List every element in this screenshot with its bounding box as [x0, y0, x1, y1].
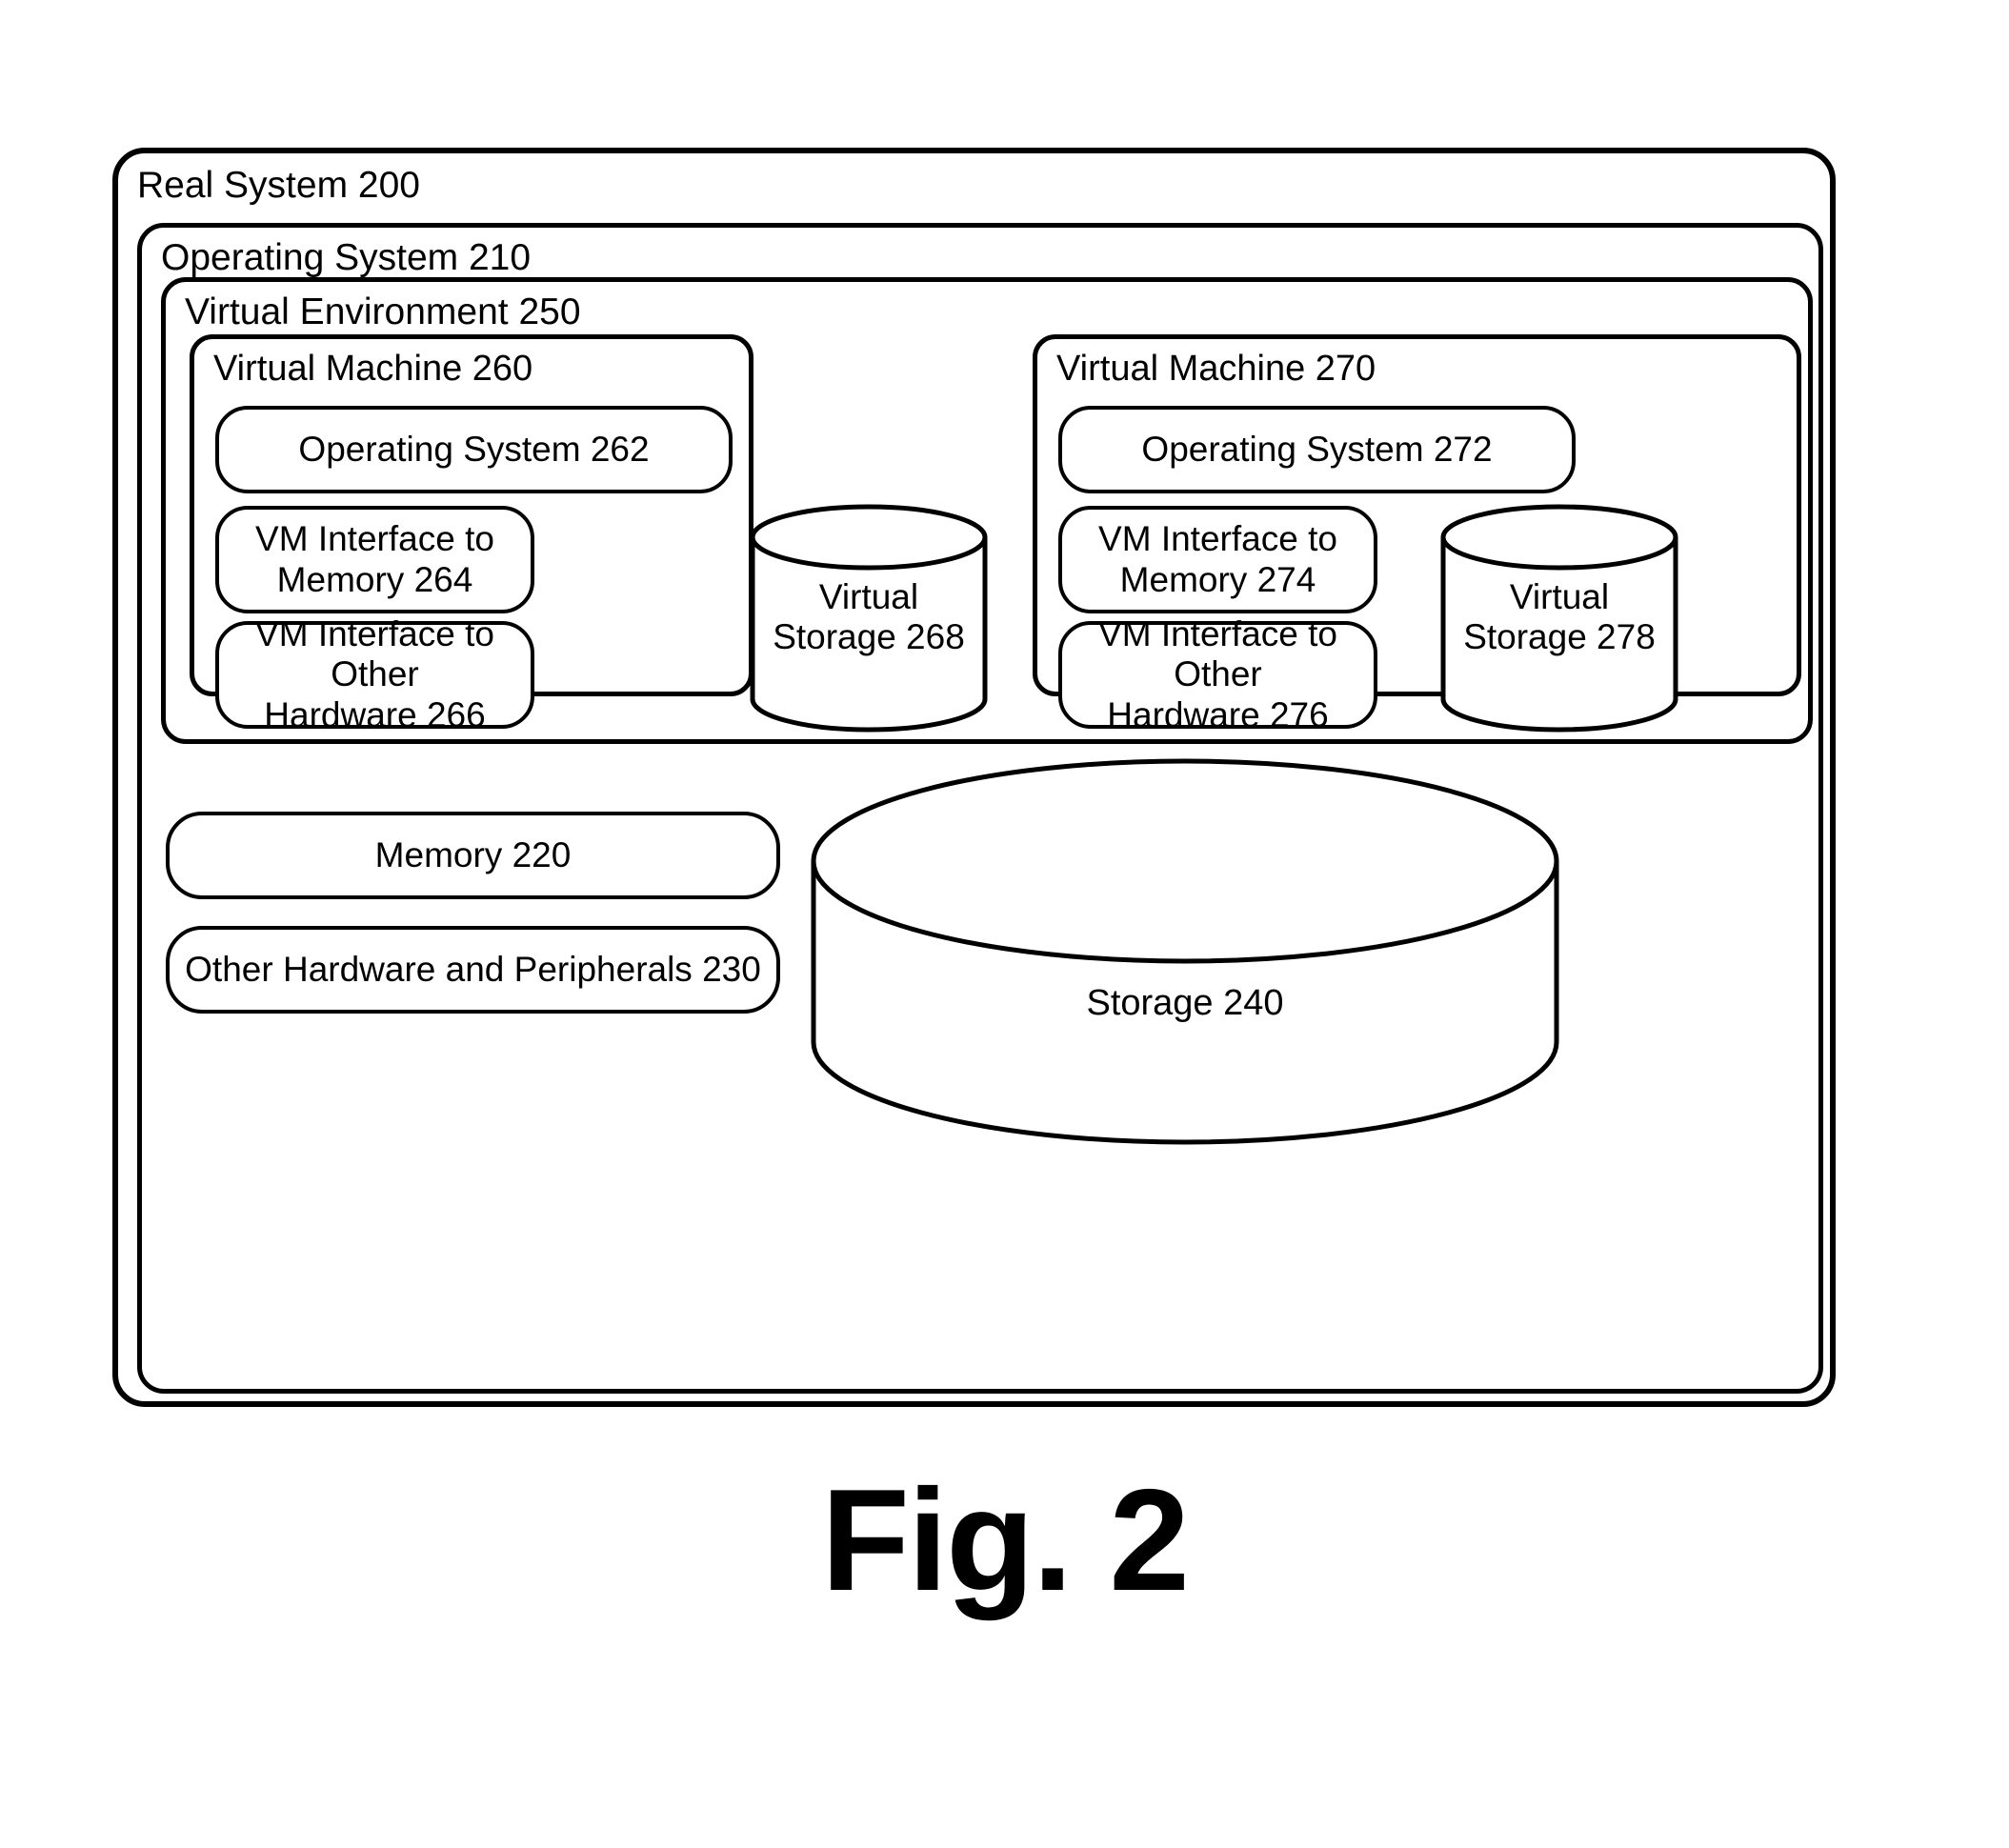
virtual-machine-260-label: Virtual Machine 260	[213, 349, 533, 389]
virtual-machine-270-label: Virtual Machine 270	[1056, 349, 1376, 389]
vm-270-operating-system-box: Operating System 272	[1058, 406, 1576, 493]
storage-240-cylinder: Storage 240	[809, 756, 1561, 1147]
virtual-machine-270-container: Virtual Machine 270 Operating System 272…	[1033, 334, 1801, 734]
virtual-environment-250-container: Virtual Environment 250 Virtual Machine …	[161, 277, 1813, 744]
real-system-label: Real System 200	[137, 165, 420, 206]
virtual-storage-268-cylinder: Virtual Storage 268	[749, 503, 989, 733]
vm-270-interface-memory-box: VM Interface to Memory 274	[1058, 506, 1377, 613]
vm-260-operating-system-box: Operating System 262	[215, 406, 733, 493]
vm-260-interface-other-hardware-box: VM Interface to Other Hardware 266	[215, 614, 534, 734]
figure-caption: Fig. 2	[821, 1459, 1190, 1621]
virtual-environment-250-label: Virtual Environment 250	[185, 291, 581, 332]
figure-canvas: Real System 200 Operating System 210 Vir…	[0, 0, 2009, 1848]
vm-270-interface-other-hardware-box: VM Interface to Other Hardware 276	[1058, 614, 1377, 734]
virtual-machine-260-container: Virtual Machine 260 Operating System 262…	[190, 334, 988, 734]
other-hardware-230-box: Other Hardware and Peripherals 230	[166, 926, 780, 1014]
real-system-container: Real System 200 Operating System 210 Vir…	[112, 148, 1836, 1407]
virtual-storage-278-cylinder: Virtual Storage 278	[1439, 503, 1679, 733]
vm-260-interface-memory-box: VM Interface to Memory 264	[215, 506, 534, 613]
operating-system-210-label: Operating System 210	[161, 237, 532, 278]
operating-system-210-container: Operating System 210 Virtual Environment…	[137, 223, 1823, 1394]
memory-220-box: Memory 220	[166, 812, 780, 899]
